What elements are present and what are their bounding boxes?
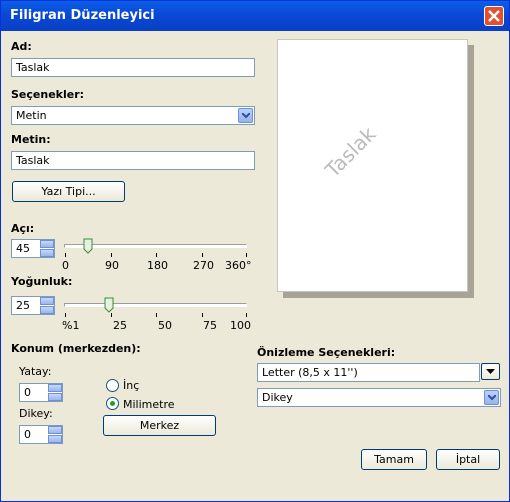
- angle-tick-label: 360°: [225, 259, 252, 272]
- density-tick: [111, 313, 112, 317]
- horizontal-down-arrow[interactable]: [48, 393, 62, 401]
- angle-tick: [111, 253, 112, 257]
- preview-page: Taslak: [277, 39, 468, 292]
- paper-size-dropdown-button[interactable]: [481, 363, 500, 380]
- orientation-value: Dikey: [262, 391, 293, 404]
- density-tick-label: %1: [62, 319, 80, 332]
- density-tick-label: 100: [230, 319, 251, 332]
- vertical-spinner[interactable]: 0: [19, 425, 63, 444]
- density-slider-track[interactable]: [64, 303, 247, 307]
- preview-options-label: Önizleme Seçenekleri:: [257, 346, 396, 359]
- watermark-editor-dialog: Filigran Düzenleyici Ad: Taslak Seçenekl…: [0, 0, 510, 502]
- angle-up-arrow[interactable]: [40, 240, 54, 248]
- density-value: 25: [16, 299, 30, 312]
- cancel-button[interactable]: İptal: [436, 449, 500, 470]
- vertical-value: 0: [24, 428, 31, 441]
- density-tick: [202, 313, 203, 317]
- angle-tick-label: 90: [105, 259, 119, 272]
- density-label: Yoğunluk:: [11, 275, 73, 288]
- angle-tick-label: 0: [62, 259, 69, 272]
- close-icon: [488, 10, 500, 22]
- millimeter-radio[interactable]: [106, 397, 119, 410]
- horizontal-spinner[interactable]: 0: [19, 383, 63, 402]
- angle-tick-label: 270: [193, 259, 214, 272]
- options-value: Metin: [16, 109, 47, 122]
- vertical-label: Dikey:: [19, 407, 53, 420]
- angle-tick: [156, 253, 157, 257]
- angle-tick: [246, 253, 247, 257]
- horizontal-label: Yatay:: [19, 365, 52, 378]
- angle-tick: [65, 253, 66, 257]
- position-label: Konum (merkezden):: [11, 342, 141, 355]
- density-down-arrow[interactable]: [40, 306, 54, 314]
- angle-tick-label: 180: [147, 259, 168, 272]
- density-tick-label: 50: [158, 319, 172, 332]
- name-label: Ad:: [11, 40, 32, 53]
- density-tick: [65, 313, 66, 317]
- horizontal-value: 0: [24, 386, 31, 399]
- chevron-down-icon: [242, 113, 250, 119]
- options-dropdown-button[interactable]: [238, 108, 253, 123]
- inch-label: İnç: [123, 379, 140, 392]
- angle-spinner[interactable]: 45: [11, 239, 55, 258]
- name-input[interactable]: Taslak: [11, 58, 255, 77]
- angle-label: Açı:: [11, 222, 35, 235]
- font-button[interactable]: Yazı Tipi...: [12, 181, 125, 202]
- density-tick-label: 75: [203, 319, 217, 332]
- watermark-preview-text: Taslak: [320, 121, 381, 183]
- options-select[interactable]: Metin: [11, 106, 255, 125]
- paper-size-select[interactable]: Letter (8,5 x 11''): [257, 363, 480, 382]
- horizontal-up-arrow[interactable]: [48, 384, 62, 392]
- density-tick: [156, 313, 157, 317]
- angle-slider-thumb[interactable]: [83, 238, 93, 254]
- inch-radio[interactable]: [106, 379, 119, 392]
- paper-size-value: Letter (8,5 x 11''): [262, 366, 358, 379]
- angle-value: 45: [16, 242, 30, 255]
- millimeter-label: Milimetre: [123, 398, 175, 411]
- text-label: Metin:: [11, 133, 51, 146]
- vertical-down-arrow[interactable]: [48, 435, 62, 443]
- density-up-arrow[interactable]: [40, 297, 54, 305]
- density-tick-label: 25: [113, 319, 127, 332]
- selected-dot: [110, 401, 115, 406]
- vertical-up-arrow[interactable]: [48, 426, 62, 434]
- density-slider-thumb[interactable]: [104, 297, 114, 313]
- center-button[interactable]: Merkez: [103, 415, 216, 436]
- text-input[interactable]: Taslak: [11, 151, 255, 170]
- close-button[interactable]: [484, 6, 504, 26]
- angle-tick: [202, 253, 203, 257]
- orientation-select[interactable]: Dikey: [257, 388, 501, 407]
- density-spinner[interactable]: 25: [11, 296, 55, 315]
- ok-button[interactable]: Tamam: [361, 449, 427, 470]
- chevron-down-icon: [488, 395, 496, 401]
- window-title: Filigran Düzenleyici: [10, 8, 155, 23]
- chevron-down-icon: [486, 369, 495, 374]
- density-tick: [246, 313, 247, 317]
- options-label: Seçenekler:: [11, 88, 85, 101]
- angle-down-arrow[interactable]: [40, 249, 54, 257]
- orientation-dropdown-button[interactable]: [484, 390, 499, 405]
- title-bar[interactable]: Filigran Düzenleyici: [1, 1, 509, 31]
